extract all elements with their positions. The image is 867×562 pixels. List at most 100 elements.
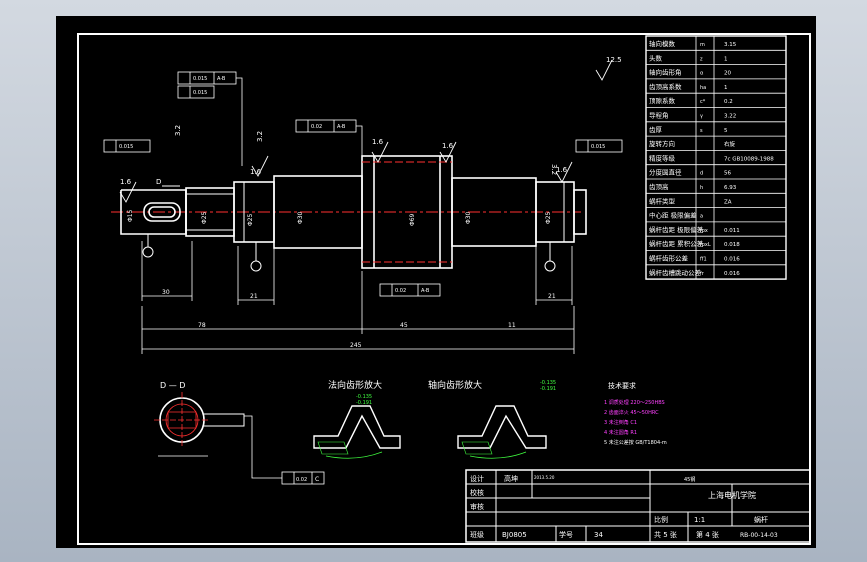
tol-frame-1-ref: A-B	[217, 76, 226, 82]
dim-11: 11	[508, 322, 516, 329]
flatness-val: 0.02	[296, 477, 307, 483]
dim-30: 30	[162, 289, 170, 296]
roughness-1: 1.6	[120, 178, 132, 186]
tol-frame-4-val: 0.02	[311, 124, 322, 130]
param-value: 1	[724, 85, 728, 91]
tb-review: 审核	[470, 502, 484, 511]
param-symbol: α	[700, 71, 704, 77]
flatness-ref: C	[315, 476, 319, 483]
roughness-general: 12.5	[606, 56, 622, 64]
dim-245: 245	[350, 342, 362, 349]
length-dimensions: 30 21 21 78 45 11 245	[141, 241, 575, 354]
param-name: 顶隙系数	[649, 96, 676, 105]
param-symbol: γ	[700, 114, 703, 120]
param-name: 蜗杆类型	[649, 196, 676, 205]
axial-profile-title: 轴向齿形放大	[428, 379, 482, 391]
param-name: 旋转方向	[649, 139, 675, 148]
section-d-d: D — D 0.02 C	[154, 381, 325, 485]
dim-dia-4: Φ30	[297, 211, 304, 224]
tech-item: 1 调质处理 220～250HBS	[604, 399, 665, 406]
param-symbol: d	[700, 171, 703, 177]
param-value: 0.011	[724, 228, 740, 234]
param-value: 5	[724, 128, 728, 134]
tb-date: 2013.5.20	[534, 475, 555, 480]
dim-21-left: 21	[250, 293, 258, 300]
param-value: 右旋	[724, 140, 736, 148]
param-name: 蜗杆齿槽跳动公差	[649, 268, 702, 277]
param-value: 0.016	[724, 257, 740, 263]
param-name: 轴向模数	[649, 39, 676, 48]
param-value: 3.15	[724, 42, 737, 48]
dim-dia-5: Φ69	[409, 213, 416, 226]
tb-scale-val: 1:1	[694, 516, 705, 524]
param-value: 20	[724, 71, 731, 77]
dim-78: 78	[198, 322, 206, 329]
tb-material: 45钢	[684, 476, 695, 483]
tb-class-val: BJ0805	[502, 531, 527, 539]
tb-designer: 高坤	[504, 474, 518, 483]
param-name: 蜗杆齿距 累积公差	[649, 239, 704, 248]
param-name: 蜗杆齿形公差	[649, 254, 689, 263]
normal-profile-title: 法向齿形放大	[328, 379, 382, 391]
param-name: 精度等级	[649, 153, 676, 162]
param-value: 6.93	[724, 185, 737, 191]
roughness-3: 1.6	[372, 138, 384, 146]
dim-45: 45	[400, 322, 408, 329]
tol-frame-5-ref: A-B	[421, 288, 430, 294]
param-symbol: m	[700, 42, 705, 48]
param-name: 轴向齿形角	[649, 68, 682, 77]
tb-school: 上海电机学院	[708, 490, 756, 500]
tb-sheet: 第 4 张	[696, 530, 719, 539]
tb-scale-label: 比例	[654, 515, 668, 524]
roughness-4: 1.6	[442, 142, 454, 150]
param-name: 齿顶高	[649, 182, 669, 191]
param-value: ZA	[724, 199, 732, 205]
param-symbol: ha	[700, 85, 706, 91]
axial-profile-view: 轴向齿形放大 -0.135 -0.191	[428, 379, 556, 459]
param-name: 中心距 极限偏差	[649, 211, 697, 220]
section-title: D — D	[160, 381, 185, 390]
tech-item: 5 未注公差按 GB/T1804-m	[604, 439, 667, 446]
param-value: 0.018	[724, 242, 740, 248]
roughness-7: 3.2	[256, 131, 264, 142]
param-symbol: a	[700, 214, 703, 220]
param-name: 头数	[649, 53, 663, 62]
shaft-main-view	[111, 155, 587, 269]
normal-profile-view: 法向齿形放大 -0.135 -0.191	[313, 379, 401, 459]
tech-item: 4 未注圆角 R1	[604, 429, 637, 436]
param-symbol: c*	[700, 99, 706, 105]
param-value: 7c GB10089-1988	[724, 156, 774, 162]
tol-frame-3-val: 0.015	[119, 144, 133, 150]
param-name: 齿顶高系数	[649, 82, 682, 91]
dim-21-right: 21	[548, 293, 556, 300]
param-name: 齿厚	[649, 126, 663, 134]
dim-dia-6: Φ30	[465, 211, 472, 224]
param-symbol: fpx	[700, 228, 708, 234]
tb-id-label: 学号	[559, 530, 573, 539]
param-symbol: fpxL	[700, 242, 711, 248]
section-mark-d: D	[156, 178, 161, 186]
tb-part: 蜗杆	[754, 515, 768, 524]
normal-tol-lower: -0.191	[356, 400, 372, 406]
axial-tol-lower: -0.191	[540, 386, 556, 392]
drawing-sheet: 轴向模数 m 3.15 头数 z 1 轴向齿形角 α 20 齿顶高系数 ha 1 顶隙系数 c* 0.2 导程…	[56, 16, 816, 548]
param-symbol: ff1	[700, 257, 707, 263]
parameter-table: 轴向模数 m 3.15头数 z 1轴向齿形角 α 20齿顶高系数 ha 1顶隙系数 c* 0.2导程…	[645, 35, 787, 280]
param-value: 56	[724, 171, 731, 177]
tb-id-val: 34	[594, 531, 603, 539]
tb-design: 设计	[470, 474, 484, 483]
tb-sheets: 共 5 张	[654, 530, 677, 539]
tol-frame-2-val: 0.015	[193, 90, 207, 96]
drawing-canvas: 轴向模数 m 3.15头数 z 1轴向齿形角 α 20齿顶高系数 ha 1顶隙系数 c* 0.2导程…	[77, 33, 811, 545]
param-name: 蜗杆齿距 极限偏差	[649, 225, 704, 234]
tech-item: 2 齿面淬火 45～50HRC	[604, 409, 659, 416]
param-symbol: s	[700, 128, 703, 134]
dim-dia-7: Φ25	[545, 211, 552, 224]
roughness-6: 3.2	[174, 125, 182, 136]
tol-frame-6-val: 0.015	[591, 144, 605, 150]
param-symbol: fr	[700, 271, 705, 277]
param-value: 0.2	[724, 99, 733, 105]
param-name: 分度圆直径	[649, 168, 682, 177]
tol-frame-5-val: 0.02	[395, 288, 406, 294]
param-value: 0.016	[724, 271, 740, 277]
